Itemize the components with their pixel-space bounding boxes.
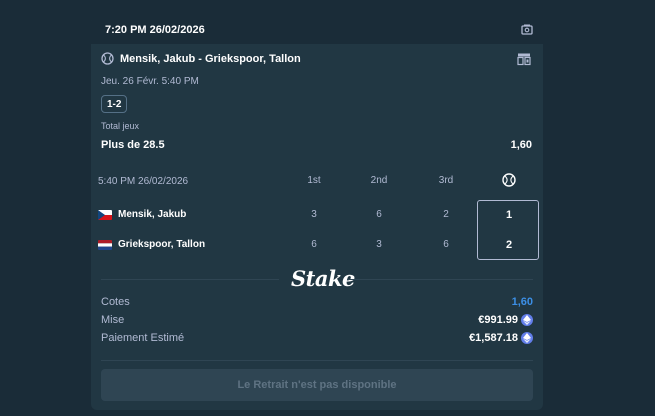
ethereum-icon (521, 332, 533, 344)
column-2nd: 2nd (370, 175, 388, 186)
sets-score-box: 1 2 (477, 200, 539, 260)
odds-label: Cotes (101, 296, 130, 308)
odds-row: Cotes 1,60 (101, 296, 533, 308)
payout-row: Paiement Estimé €1,587.18 (101, 332, 533, 344)
bet-selection: Plus de 28.5 (101, 139, 165, 151)
game-score: 6 (443, 239, 449, 250)
payout-label: Paiement Estimé (101, 332, 185, 344)
payout-amount: €1,587.18 (469, 332, 533, 344)
tennis-ball-icon (101, 52, 114, 65)
bet-timestamp: 7:20 PM 26/02/2026 (105, 24, 205, 36)
stake-row: Mise €991.99 (101, 314, 533, 326)
column-3rd: 3rd (438, 175, 454, 186)
netherlands-flag-icon (98, 239, 112, 250)
game-score: 2 (443, 209, 449, 220)
ethereum-icon (521, 314, 533, 326)
match-title[interactable]: Mensik, Jakub - Griekspoor, Tallon (120, 53, 301, 65)
stake-amount: €991.99 (478, 314, 533, 326)
stake-label: Mise (101, 314, 125, 326)
divider (101, 279, 279, 280)
game-score: 6 (311, 239, 317, 250)
czech-flag-icon (98, 209, 112, 220)
scoreboard-time: 5:40 PM 26/02/2026 (98, 176, 189, 187)
player-row-griekspoor: Griekspoor, Tallon (98, 239, 205, 250)
match-row[interactable]: Mensik, Jakub - Griekspoor, Tallon (101, 52, 301, 65)
ticket-icon[interactable] (521, 24, 533, 36)
sets-won: 2 (505, 239, 513, 251)
stake-value: €991.99 (478, 314, 518, 326)
bet-card: 7:20 PM 26/02/2026 Mensik, Jakub - Griek… (91, 16, 543, 410)
bet-slip-icon[interactable] (517, 52, 531, 66)
stake-logo: Stake (291, 266, 355, 291)
divider (101, 360, 533, 361)
odds-value: 1,60 (511, 296, 533, 308)
score-badge: 1-2 (101, 95, 128, 113)
withdraw-button[interactable]: Le Retrait n'est pas disponible (101, 369, 533, 401)
column-1st: 1st (307, 175, 321, 186)
player-row-mensik: Mensik, Jakub (98, 209, 186, 220)
game-score: 3 (376, 239, 382, 250)
selection-odds: 1,60 (510, 139, 532, 151)
player-name: Griekspoor, Tallon (118, 239, 206, 250)
sets-won: 1 (505, 209, 513, 221)
game-score: 3 (311, 209, 317, 220)
player-name: Mensik, Jakub (118, 209, 187, 220)
game-score: 6 (376, 209, 382, 220)
payout-value: €1,587.18 (469, 332, 518, 344)
market-name: Total jeux (101, 121, 140, 131)
divider (347, 279, 533, 280)
bet-card-header: 7:20 PM 26/02/2026 (91, 16, 543, 44)
match-date: Jeu. 26 Févr. 5:40 PM (101, 76, 199, 87)
tennis-ball-icon (502, 173, 516, 187)
